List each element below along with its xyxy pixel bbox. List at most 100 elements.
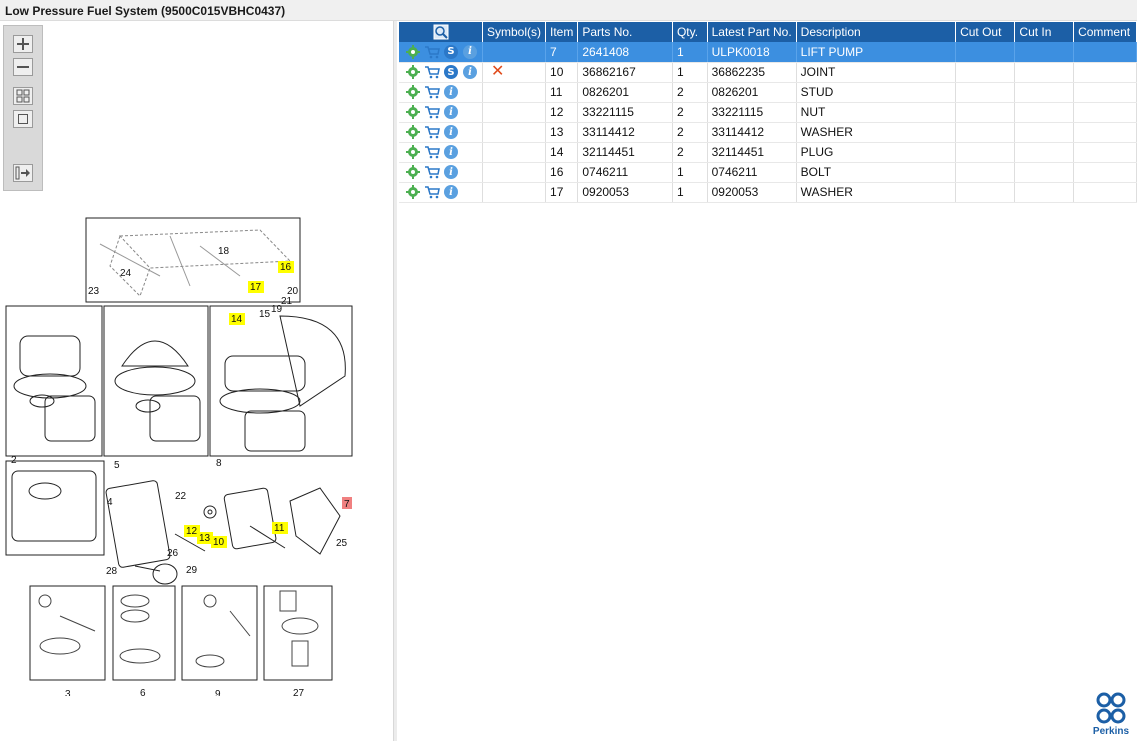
actual-size-button[interactable] (13, 110, 33, 128)
info-icon[interactable]: i (443, 144, 459, 160)
table-row[interactable]: Si ✕ 10 36862167 1 36862235 JOINT (399, 62, 1137, 83)
callout-26[interactable]: 26 (167, 548, 179, 559)
row-symbols (482, 82, 547, 103)
callout-16[interactable]: 16 (280, 262, 292, 273)
callout-25[interactable]: 25 (336, 538, 348, 549)
callout-5[interactable]: 5 (114, 460, 120, 471)
cart-icon[interactable] (424, 44, 440, 60)
table-row[interactable]: i 11 0826201 2 0826201 STUD (399, 82, 1137, 103)
zoom-in-icon (17, 38, 29, 50)
callout-2[interactable]: 2 (11, 455, 17, 466)
callout-29[interactable]: 29 (186, 565, 198, 576)
table-row[interactable]: i 12 33221115 2 33221115 NUT (399, 102, 1137, 123)
column-qty[interactable]: Qty. (672, 22, 708, 42)
gear-icon[interactable] (405, 144, 421, 160)
callout-9[interactable]: 9 (215, 689, 221, 696)
table-row[interactable]: i 17 0920053 1 0920053 WASHER (399, 182, 1137, 203)
expand-list-icon (15, 166, 30, 180)
table-row[interactable]: i 16 0746211 1 0746211 BOLT (399, 162, 1137, 183)
callout-4[interactable]: 4 (107, 497, 113, 508)
kit-sketches (38, 590, 319, 668)
callout-24[interactable]: 24 (120, 268, 132, 279)
service-icon[interactable]: S (443, 64, 459, 80)
zoom-out-button[interactable] (13, 58, 33, 76)
gear-icon[interactable] (405, 104, 421, 120)
column-latest-part-no[interactable]: Latest Part No. (707, 22, 797, 42)
row-tools: i (399, 162, 483, 183)
info-icon[interactable]: i (462, 64, 478, 80)
callout-15[interactable]: 15 (259, 309, 271, 320)
row-comment (1073, 82, 1137, 103)
row-symbols (482, 122, 547, 143)
cart-icon[interactable] (424, 144, 440, 160)
table-row[interactable]: i 14 32114451 2 32114451 PLUG (399, 142, 1137, 163)
info-icon[interactable]: i (443, 164, 459, 180)
exploded-view-drawing[interactable]: 18 24 16 23 17 20 21 19 15 14 2 5 8 4 22… (0, 216, 393, 696)
row-qty: 1 (672, 62, 708, 83)
table-row[interactable]: i 13 33114412 2 33114412 WASHER (399, 122, 1137, 143)
column-description[interactable]: Description (796, 22, 957, 42)
info-icon-glyph: i (444, 185, 458, 199)
callout-11[interactable]: 11 (274, 523, 285, 534)
column-cut-out[interactable]: Cut Out (955, 22, 1016, 42)
cart-icon[interactable] (424, 84, 440, 100)
callout-3[interactable]: 3 (65, 689, 71, 696)
callout-22[interactable]: 22 (175, 491, 187, 502)
row-qty: 2 (672, 142, 708, 163)
gear-icon[interactable] (405, 124, 421, 140)
column-comment[interactable]: Comment (1073, 22, 1137, 42)
info-icon[interactable]: i (443, 184, 459, 200)
cart-icon[interactable] (424, 184, 440, 200)
cart-icon[interactable] (424, 104, 440, 120)
callout-12[interactable]: 12 (186, 526, 198, 537)
table-row[interactable]: Si 7 2641408 1 ULPK0018 LIFT PUMP (399, 42, 1137, 63)
service-icon[interactable]: S (443, 44, 459, 60)
gear-icon[interactable] (405, 64, 421, 80)
cart-icon[interactable] (424, 64, 440, 80)
callout-19[interactable]: 19 (271, 304, 283, 315)
callout-8[interactable]: 8 (216, 458, 222, 469)
callout-23[interactable]: 23 (88, 286, 100, 297)
callout-27[interactable]: 27 (293, 688, 305, 696)
row-comment (1073, 42, 1137, 63)
callout-14[interactable]: 14 (231, 314, 243, 325)
callout-17[interactable]: 17 (250, 282, 262, 293)
zoom-in-button[interactable] (13, 35, 33, 53)
row-item: 13 (545, 122, 579, 143)
fit-page-button[interactable] (13, 87, 33, 105)
search-parts-icon[interactable] (433, 24, 449, 40)
column-tools[interactable] (399, 22, 483, 42)
column-cut-in[interactable]: Cut In (1014, 22, 1075, 42)
cart-icon[interactable] (424, 124, 440, 140)
row-parts-no: 36862167 (577, 62, 673, 83)
row-comment (1073, 122, 1137, 143)
column-item[interactable]: Item (545, 22, 579, 42)
gear-icon[interactable] (405, 44, 421, 60)
expand-list-button[interactable] (13, 164, 33, 182)
callout-28[interactable]: 28 (106, 566, 118, 577)
callout-10[interactable]: 10 (213, 537, 225, 548)
pump-5-sketch (114, 340, 201, 442)
callout-18[interactable]: 18 (218, 246, 230, 257)
callout-7[interactable]: 7 (344, 499, 350, 510)
info-icon[interactable]: i (462, 44, 478, 60)
row-cut-out (955, 142, 1016, 163)
column-symbols[interactable]: Symbol(s) (482, 22, 547, 42)
gear-icon[interactable] (405, 184, 421, 200)
callout-6[interactable]: 6 (140, 688, 146, 696)
gear-icon[interactable] (405, 84, 421, 100)
callout-13[interactable]: 13 (199, 533, 211, 544)
row-symbols: ✕ (482, 62, 547, 83)
info-icon[interactable]: i (443, 104, 459, 120)
callout-21[interactable]: 21 (281, 296, 293, 307)
info-icon[interactable]: i (443, 84, 459, 100)
cart-icon[interactable] (424, 164, 440, 180)
gear-icon[interactable] (405, 164, 421, 180)
row-qty: 1 (672, 162, 708, 183)
column-parts-no[interactable]: Parts No. (577, 22, 673, 42)
row-parts-no: 32114451 (577, 142, 673, 163)
row-symbols (482, 102, 547, 123)
actual-size-icon (18, 114, 28, 124)
info-icon[interactable]: i (443, 124, 459, 140)
cross-icon: ✕ (491, 63, 505, 80)
